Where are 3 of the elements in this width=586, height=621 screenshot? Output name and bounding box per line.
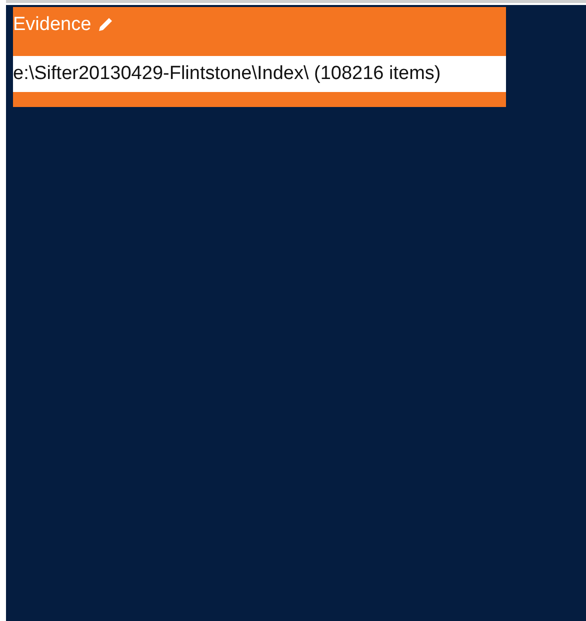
- card-title: Evidence: [13, 14, 92, 36]
- pencil-icon[interactable]: [97, 16, 114, 33]
- evidence-path: e:\Sifter20130429-Flintstone\Index\ (108216 items): [13, 56, 506, 92]
